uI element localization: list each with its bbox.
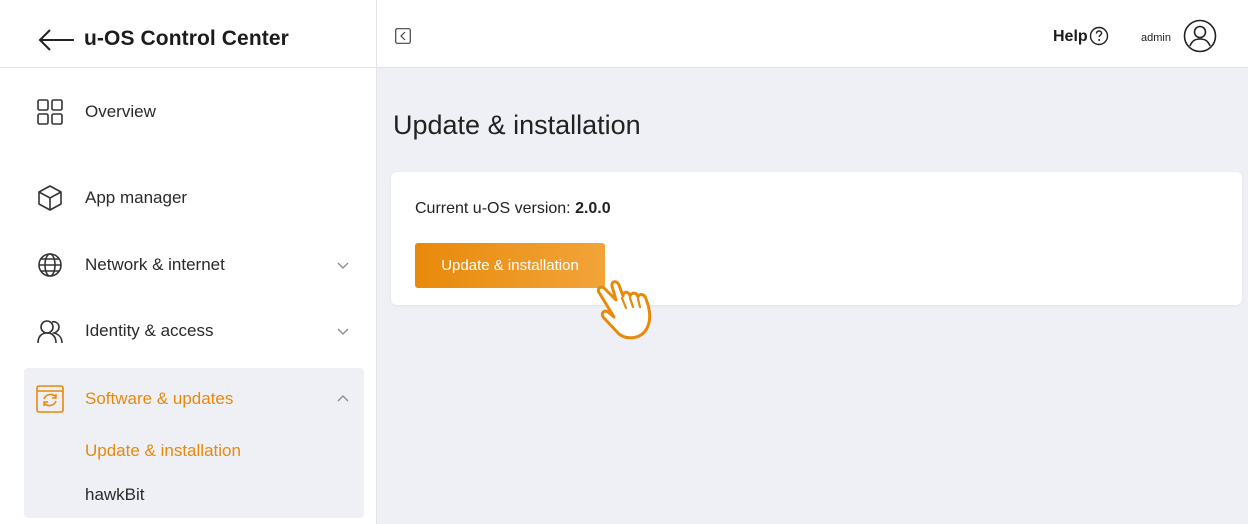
back-arrow-icon[interactable] [36, 26, 76, 54]
collapse-sidebar-icon[interactable] [395, 28, 411, 44]
topbar: Help admin [377, 0, 1248, 68]
page-title: Update & installation [393, 110, 641, 140]
hand-pointer-icon [596, 280, 652, 340]
avatar-icon[interactable] [1183, 19, 1217, 53]
sidebar-subitem-hawkbit[interactable]: hawkBit [85, 485, 145, 505]
help-icon[interactable] [1089, 26, 1109, 46]
globe-icon [38, 253, 62, 277]
sidebar-item-identity[interactable]: Identity & access [24, 303, 364, 359]
sidebar-item-label: App manager [85, 188, 188, 207]
chevron-down-icon[interactable] [336, 324, 350, 338]
sidebar-item-label: Network & internet [85, 255, 225, 274]
cube-icon [38, 185, 62, 211]
sidebar-item-app-manager[interactable]: App manager [24, 170, 364, 226]
help-link[interactable]: Help [1053, 28, 1088, 46]
version-value: 2.0.0 [575, 200, 611, 217]
sidebar-subitem-update-installation[interactable]: Update & installation [85, 441, 241, 461]
version-card: Current u-OS version: 2.0.0 Update & ins… [391, 172, 1242, 305]
sidebar-item-overview[interactable]: Overview [24, 84, 364, 140]
sidebar-item-label: Overview [85, 102, 156, 121]
sidebar-item-label: Identity & access [85, 321, 214, 340]
app-title: u-OS Control Center [84, 27, 289, 50]
sidebar-item-network[interactable]: Network & internet [24, 237, 364, 293]
sidebar-item-software-updates[interactable]: Software & updates [24, 371, 364, 427]
chevron-down-icon[interactable] [336, 258, 350, 272]
refresh-icon [36, 385, 64, 413]
version-line: Current u-OS version: 2.0.0 [415, 200, 611, 218]
update-installation-button[interactable]: Update & installation [415, 243, 605, 288]
app-header: u-OS Control Center [0, 0, 376, 68]
version-label: Current u-OS version: [415, 200, 571, 217]
users-icon [37, 320, 63, 344]
sidebar: u-OS Control Center Overview App manager… [0, 0, 377, 524]
sidebar-item-label: Software & updates [85, 389, 234, 408]
user-name[interactable]: admin [1141, 32, 1171, 44]
main-content: Help admin Update & installation Current… [377, 0, 1248, 524]
chevron-up-icon[interactable] [336, 392, 350, 406]
grid-icon [37, 99, 63, 125]
